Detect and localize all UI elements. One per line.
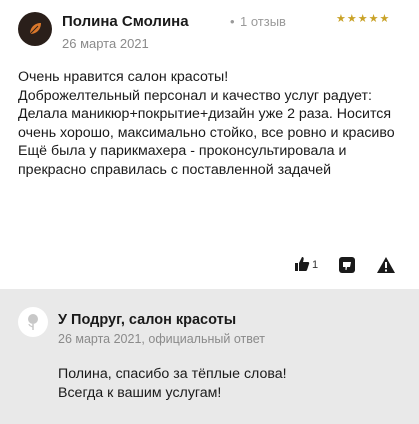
official-reply: У Подруг, салон красоты 26 марта 2021, о…	[0, 289, 419, 424]
rose-icon	[28, 314, 38, 330]
like-button[interactable]: 1	[294, 256, 326, 276]
author-review-count[interactable]: 1 отзыв	[240, 14, 286, 29]
dislike-button[interactable]	[338, 256, 358, 276]
like-count: 1	[312, 259, 319, 271]
leaf-icon	[29, 23, 41, 35]
author-name[interactable]: Полина Смолина	[62, 13, 189, 30]
reply-text: Полина, спасибо за тёплые слова! Всегда …	[58, 366, 287, 401]
org-avatar	[18, 307, 48, 337]
review-text: Очень нравится салон красоты! Доброжелте…	[18, 69, 395, 178]
org-name[interactable]: У Подруг, салон красоты	[58, 312, 236, 328]
reply-meta: 26 марта 2021, официальный ответ	[58, 332, 265, 346]
review-date: 26 марта 2021	[62, 36, 149, 51]
thumbs-down-icon	[339, 257, 355, 273]
thumbs-up-icon	[295, 257, 310, 271]
report-button[interactable]	[376, 256, 398, 276]
author-avatar[interactable]	[18, 12, 52, 46]
meta-separator: •	[230, 14, 235, 29]
review-card: Полина Смолина • 1 отзыв ★★★★★ 26 марта …	[0, 0, 419, 289]
rating-stars: ★★★★★	[336, 13, 391, 25]
warning-icon	[377, 257, 395, 273]
